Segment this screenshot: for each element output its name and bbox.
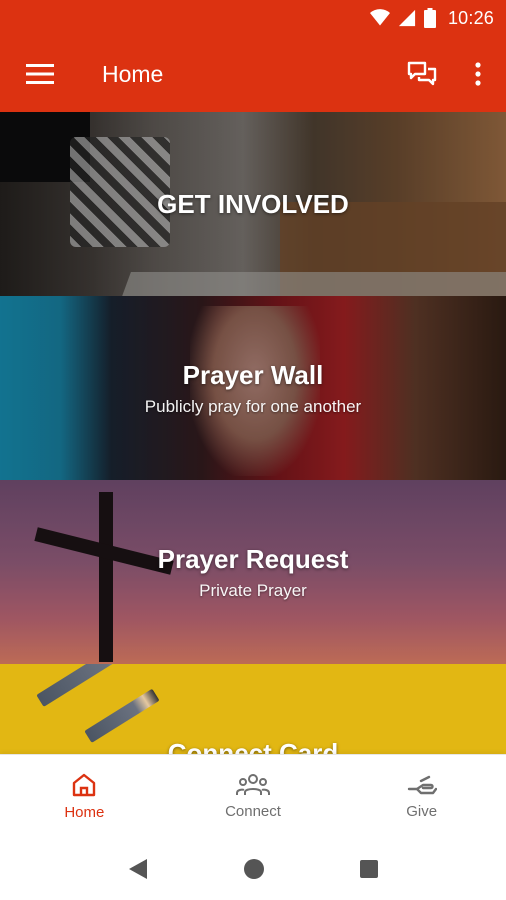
chat-button[interactable] — [394, 36, 450, 112]
screen: 10:26 Home GET INVOLVED Prayer Wall Publ… — [0, 0, 506, 900]
card-prayer-request[interactable]: Prayer Request Private Prayer — [0, 480, 506, 664]
page-title: Home — [102, 60, 164, 87]
home-circle-icon[interactable] — [243, 858, 265, 880]
card-title: Prayer Request — [157, 543, 349, 574]
back-icon[interactable] — [127, 857, 149, 881]
card-title: Connect Card — [167, 738, 339, 754]
card-background-pencil — [84, 688, 160, 743]
card-get-involved[interactable]: GET INVOLVED — [0, 112, 506, 296]
nav-item-connect[interactable]: Connect — [169, 755, 338, 838]
home-icon — [73, 773, 96, 797]
app-bar: Home — [0, 36, 506, 112]
status-time: 10:26 — [447, 7, 494, 28]
more-vert-icon — [475, 62, 481, 86]
card-subtitle: Private Prayer — [199, 580, 307, 600]
nav-item-home[interactable]: Home — [0, 755, 169, 838]
recents-square-icon[interactable] — [359, 859, 379, 879]
people-icon — [236, 774, 270, 795]
system-navigation-bar — [0, 838, 506, 900]
card-title: Prayer Wall — [182, 359, 324, 390]
signal-icon — [398, 9, 416, 27]
wifi-icon — [369, 9, 390, 26]
hand-give-icon — [407, 775, 437, 795]
menu-button[interactable] — [0, 36, 80, 112]
bottom-navigation: Home Connect Give — [0, 754, 506, 838]
overflow-menu-button[interactable] — [450, 36, 506, 112]
chat-icon — [407, 61, 437, 86]
nav-item-give[interactable]: Give — [337, 755, 506, 838]
nav-label-give: Give — [406, 803, 438, 820]
card-prayer-wall[interactable]: Prayer Wall Publicly pray for one anothe… — [0, 296, 506, 480]
nav-label-connect: Connect — [225, 803, 281, 820]
battery-icon — [423, 8, 436, 28]
card-connect-card[interactable]: Connect Card — [0, 664, 506, 754]
nav-label-home: Home — [64, 804, 105, 821]
status-bar: 10:26 — [0, 0, 506, 36]
card-background-pencil — [36, 664, 137, 707]
hamburger-menu-icon — [26, 64, 54, 84]
card-subtitle: Publicly pray for one another — [144, 396, 362, 416]
card-title: GET INVOLVED — [157, 188, 349, 219]
